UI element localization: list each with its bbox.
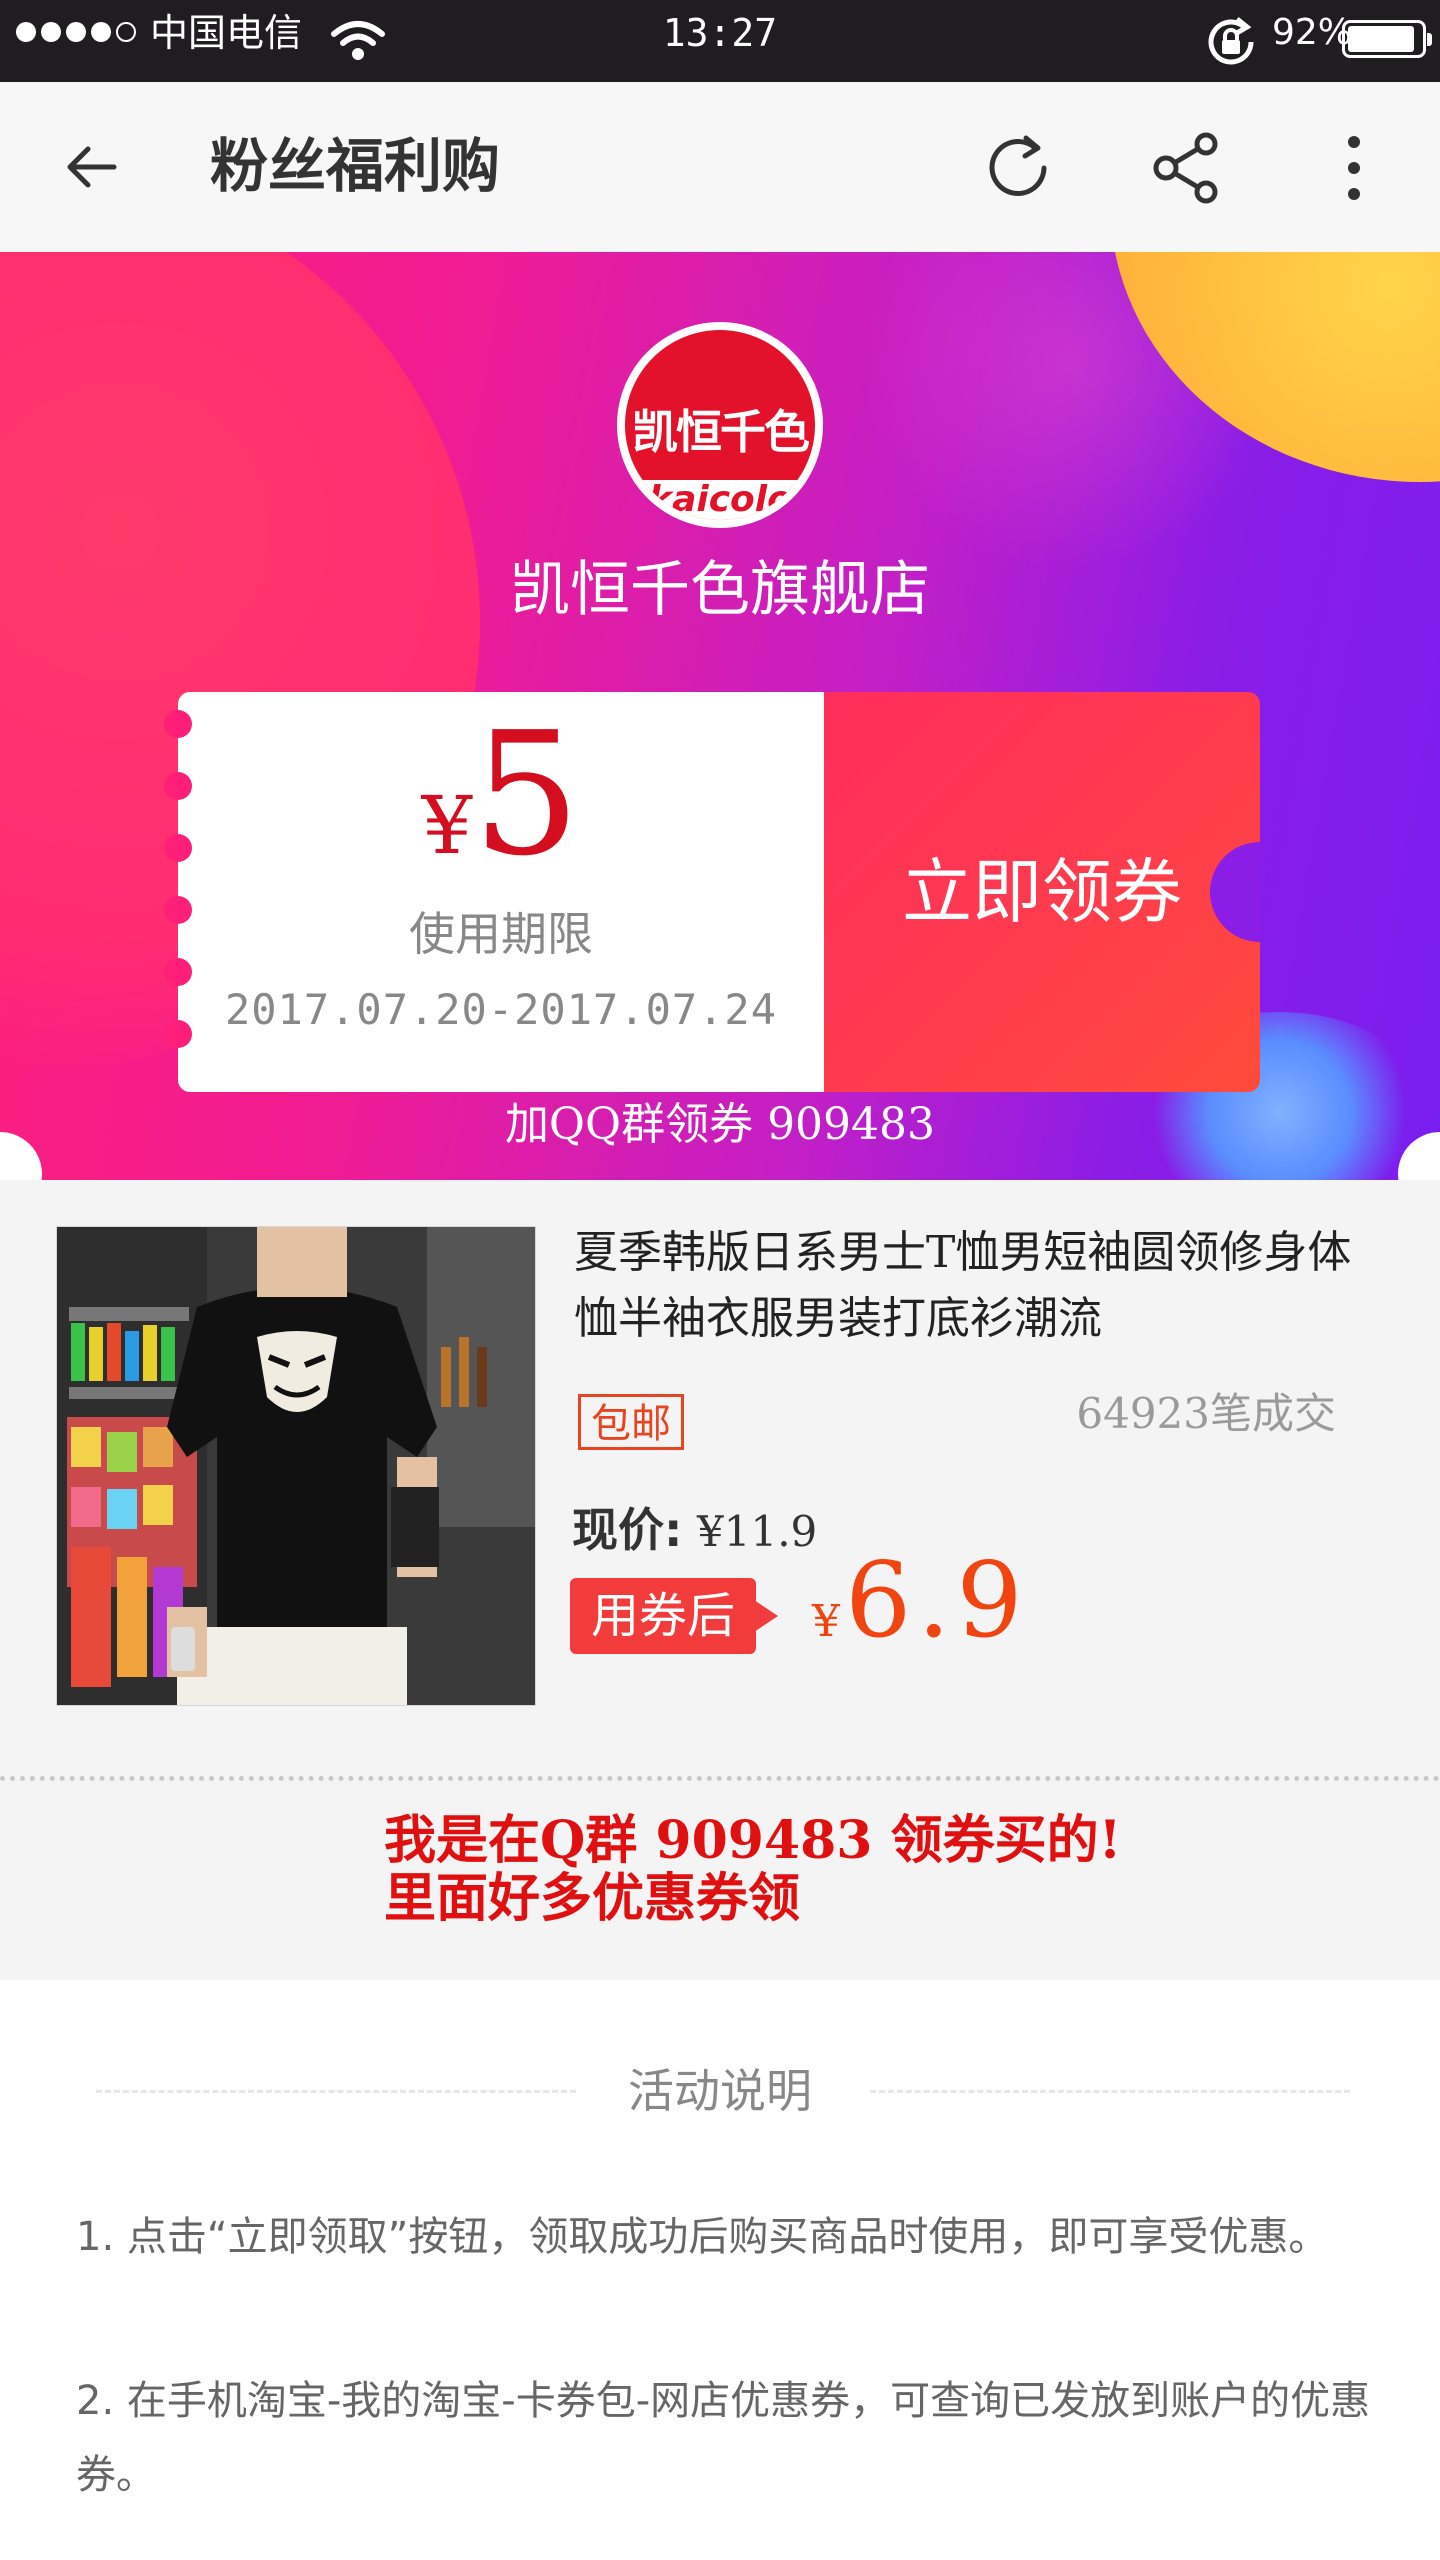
store-name: 凯恒千色旗舰店 [510,555,930,625]
coupon-amount-value: 5 [472,696,581,894]
activity-rules: 活动说明 1. 点击“立即领取”按钮，领取成功后购买商品时使用，即可享受优惠。 … [0,1980,1440,2560]
product-image[interactable] [56,1226,536,1706]
battery-percent: 92% [1272,12,1353,53]
coupon-ticket: ¥5 使用期限 2017.07.20-2017.07.24 立即领券 [164,692,1260,1092]
after-coupon-price: ¥ 6.9 [812,1540,1029,1660]
promo-line-1: 我是在Q群 909483 领券买的! [384,1810,1122,1871]
current-price-value: ¥11.9 [697,1507,818,1556]
rule-item: 1. 点击“立即领取”按钮，领取成功后购买商品时使用，即可享受优惠。 [76,2214,1329,2260]
store-logo-subtext: kaicolo [625,480,815,520]
promo-line-2: 里面好多优惠券领 [384,1868,801,1929]
arrow-left-icon[interactable] [62,137,122,197]
after-coupon-price-value: 6.9 [845,1539,1029,1661]
page-title: 粉丝福利购 [210,132,501,200]
rules-title: 活动说明 [628,2064,812,2118]
claim-coupon-area[interactable]: 立即领券 [824,692,1260,1092]
store-logo-text: 凯恒千色 [632,405,810,459]
more-vertical-icon[interactable] [1330,132,1378,204]
claim-coupon-button[interactable]: 立即领券 [824,692,1260,1092]
coupon-banner: 凯恒千色 kaicolo 凯恒千色旗舰店 ¥5 使用期限 2017.07.20-… [0,252,1440,1180]
dotted-divider [0,1776,1440,1781]
rule-item: 2. 在手机淘宝-我的淘宝-卡券包-网店优惠券，可查询已发放到账户的优惠券。 [76,2378,1371,2498]
product-card[interactable]: 夏季韩版日系男士T恤男短袖圆领修身体恤半袖衣服男装打底衫潮流 包邮 64923笔… [0,1180,1440,1776]
coupon-currency: ¥ [421,779,473,872]
after-coupon-tag: 用券后 [570,1578,778,1654]
free-shipping-badge: 包邮 [578,1394,684,1450]
qq-group-text: 加QQ群领券 909483 [504,1099,936,1150]
validity-label: 使用期限 [409,907,593,961]
refresh-icon[interactable] [980,130,1056,206]
current-price: 现价: ¥11.9 [572,1494,817,1560]
validity-dates: 2017.07.20-2017.07.24 [224,985,777,1034]
battery-icon [1342,20,1432,58]
status-bar: 中国电信 13:27 92% [0,0,1440,82]
sales-count: 64923笔成交 [1076,1389,1336,1438]
store-logo: 凯恒千色 kaicolo [617,322,823,528]
promo-text: 我是在Q群 909483 领券买的! 里面好多优惠券领 [384,1812,1121,1928]
coupon-amount: ¥5 [178,710,824,880]
navigation-bar: 粉丝福利购 [0,82,1440,253]
coupon-value-panel: ¥5 使用期限 2017.07.20-2017.07.24 [164,692,824,1092]
current-price-label: 现价: [572,1503,683,1557]
product-title[interactable]: 夏季韩版日系男士T恤男短袖圆领修身体恤半袖衣服男装打底衫潮流 [574,1220,1394,1352]
rotation-lock-icon [1208,17,1254,65]
rules-header: 活动说明 [0,2056,1440,2126]
promo-banner: 我是在Q群 909483 领券买的! 里面好多优惠券领 [0,1776,1440,1980]
after-coupon-currency: ¥ [812,1596,840,1647]
share-icon[interactable] [1150,132,1222,204]
